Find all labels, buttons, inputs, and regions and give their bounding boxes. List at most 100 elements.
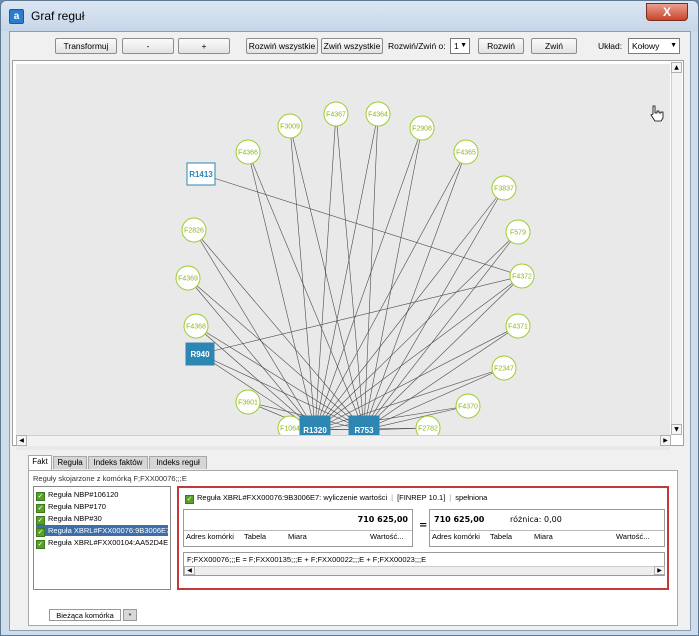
fact-label: F2908 [412, 126, 432, 133]
fact-label: F4370 [458, 404, 478, 411]
chevron-down-icon: ▼ [670, 42, 677, 49]
list-item[interactable]: ✓ Reguła XBRL#FXX00104:AA52D4E [36, 537, 169, 549]
list-item[interactable]: ✓ Reguła NBP#106120 [36, 489, 119, 501]
hand-cursor-icon [650, 105, 664, 122]
app-icon: a [9, 9, 24, 24]
check-icon: ✓ [36, 516, 45, 525]
tab-fact-index[interactable]: Indeks faktów [88, 456, 148, 469]
right-value: 710 625,00 [434, 515, 485, 524]
list-item-selected[interactable]: ✓ Reguła XBRL#FXX00076:9B3006E7 [36, 525, 171, 537]
close-button[interactable]: X [646, 3, 688, 21]
layout-value: Kołowy [632, 41, 660, 51]
fact-tab-content: Reguły skojarzone z komórką F;FXX00076;;… [28, 470, 678, 626]
expand-button[interactable]: Rozwiń [478, 38, 524, 54]
fact-label: F4369 [178, 276, 198, 283]
rule-detail: ✓ Reguła XBRL#FXX00076:9B3006E7: wyliczen… [177, 486, 669, 590]
rule-label: Reguła NBP#106120 [48, 490, 119, 499]
left-grid-header: Adres komórki Tabela Miara Wartość... [184, 530, 412, 542]
rules-list[interactable]: ✓ Reguła NBP#106120 ✓ Reguła NBP#170 ✓ Regu… [33, 486, 171, 590]
associated-rules-hint: Reguły skojarzone z komórką F;FXX00076;;… [33, 474, 187, 483]
layout-label: Układ: [598, 41, 623, 51]
level-select[interactable]: 1 ▼ [450, 38, 470, 54]
expand-collapse-label: Rozwiń/Zwiń o: [388, 41, 446, 51]
horizontal-scrollbar[interactable]: ◀ ▶ [16, 435, 671, 446]
fact-label: F4366 [238, 150, 258, 157]
check-icon: ✓ [36, 540, 45, 549]
formula-scrollbar[interactable]: ◀ ▶ [184, 566, 665, 575]
rule-detail-header: ✓ Reguła XBRL#FXX00076:9B3006E7: wyliczen… [185, 493, 488, 504]
col-measure: Miara [534, 532, 553, 541]
zoom-out-button[interactable]: - [122, 38, 174, 54]
rule-label: R753 [354, 426, 374, 435]
fact-label: F4368 [186, 324, 206, 331]
fact-label: F4372 [512, 274, 532, 281]
fact-label: F4367 [326, 112, 346, 119]
toolbar: Transformuj - + Rozwiń wszystkie Zwiń ws… [10, 32, 690, 60]
rule-label: R1413 [189, 170, 213, 179]
level-value: 1 [454, 41, 459, 51]
collapse-button[interactable]: Zwiń [531, 38, 577, 54]
fact-label: F4364 [368, 112, 388, 119]
difference-value: różnica: 0,00 [510, 515, 562, 524]
tab-rule[interactable]: Reguła [53, 456, 87, 469]
rule-label: R1320 [303, 426, 327, 435]
transform-button[interactable]: Transformuj [55, 38, 117, 54]
check-icon: ✓ [36, 528, 45, 537]
fact-label: F3837 [494, 186, 514, 193]
fact-label: F4371 [508, 324, 528, 331]
list-item[interactable]: ✓ Reguła NBP#30 [36, 513, 102, 525]
scroll-up-icon[interactable]: ▲ [671, 62, 682, 73]
fact-label: F2782 [418, 426, 438, 433]
col-table: Tabela [244, 532, 267, 541]
tab-fact[interactable]: Fakt [28, 455, 52, 470]
col-table: Tabela [490, 532, 513, 541]
rule-graph-window: a Graf reguł X Transformuj - + Rozwiń ws… [0, 0, 699, 636]
rule-label: Reguła NBP#30 [48, 514, 102, 523]
rule-label: Reguła NBP#170 [48, 502, 106, 511]
left-value: 710 625,00 [357, 515, 408, 524]
check-icon: ✓ [36, 504, 45, 513]
client-area: Transformuj - + Rozwiń wszystkie Zwiń ws… [9, 31, 691, 631]
fact-label: F2347 [494, 366, 514, 373]
rule-detail-title: Reguła XBRL#FXX00076:9B3006E7: wyliczeni… [197, 493, 388, 502]
zoom-in-button[interactable]: + [178, 38, 230, 54]
scroll-left-icon[interactable]: ◀ [184, 566, 195, 575]
layout-select[interactable]: Kołowy ▼ [628, 38, 680, 54]
fact-label: F579 [510, 230, 526, 237]
fact-label: F4365 [456, 150, 476, 157]
equals-sign: = [419, 520, 428, 531]
col-address: Adres komórki [432, 532, 480, 541]
tab-add[interactable]: * [123, 609, 137, 621]
fact-label: F3601 [238, 400, 258, 407]
tab-rule-index[interactable]: Indeks reguł [149, 456, 207, 469]
tab-current-cell[interactable]: Bieżąca komórka [49, 609, 121, 621]
rule-label: Reguła XBRL#FXX00076:9B3006E7 [48, 526, 171, 535]
check-icon: ✓ [185, 495, 194, 504]
col-value: Wartość... [370, 532, 404, 541]
check-icon: ✓ [36, 492, 45, 501]
rule-label: Reguła XBRL#FXX00104:AA52D4E [48, 538, 169, 547]
fact-label: F3009 [280, 124, 300, 131]
scroll-right-icon[interactable]: ▶ [654, 566, 665, 575]
collapse-all-button[interactable]: Zwiń wszystkie [321, 38, 383, 54]
status-badge: spełniona [455, 493, 488, 502]
scroll-left-icon[interactable]: ◀ [16, 435, 27, 446]
fact-label: F2826 [184, 228, 204, 235]
scroll-right-icon[interactable]: ▶ [660, 435, 671, 446]
vertical-scrollbar[interactable]: ▲ ▼ [671, 62, 682, 435]
expand-all-button[interactable]: Rozwiń wszystkie [246, 38, 318, 54]
left-value-box: 710 625,00 Adres komórki Tabela Miara Wa… [183, 509, 413, 547]
formula-field[interactable]: F;FXX00076;;;E = F;FXX00135;;;E + F;FXX0… [183, 552, 665, 576]
col-value: Wartość... [616, 532, 650, 541]
scroll-down-icon[interactable]: ▼ [671, 424, 682, 435]
right-grid-header: Adres komórki Tabela Miara Wartość... [430, 530, 664, 542]
col-measure: Miara [288, 532, 307, 541]
details-panel: Fakt Reguła Indeks faktów Indeks reguł R… [12, 450, 688, 630]
title-bar[interactable]: a Graf reguł X [1, 1, 698, 31]
formula-text: F;FXX00076;;;E = F;FXX00135;;;E + F;FXX0… [187, 555, 427, 564]
graph-canvas[interactable]: F3009 F4367 F4364 F2908 F4366 F4365 F3837 F2826… [16, 64, 670, 460]
window-title: Graf reguł [31, 9, 85, 23]
rule-graph: F3009 F4367 F4364 F2908 F4366 F4365 F3837 F2826… [175, 101, 664, 445]
list-item[interactable]: ✓ Reguła NBP#170 [36, 501, 106, 513]
rule-tag: [FINREP 10.1] [397, 493, 446, 502]
